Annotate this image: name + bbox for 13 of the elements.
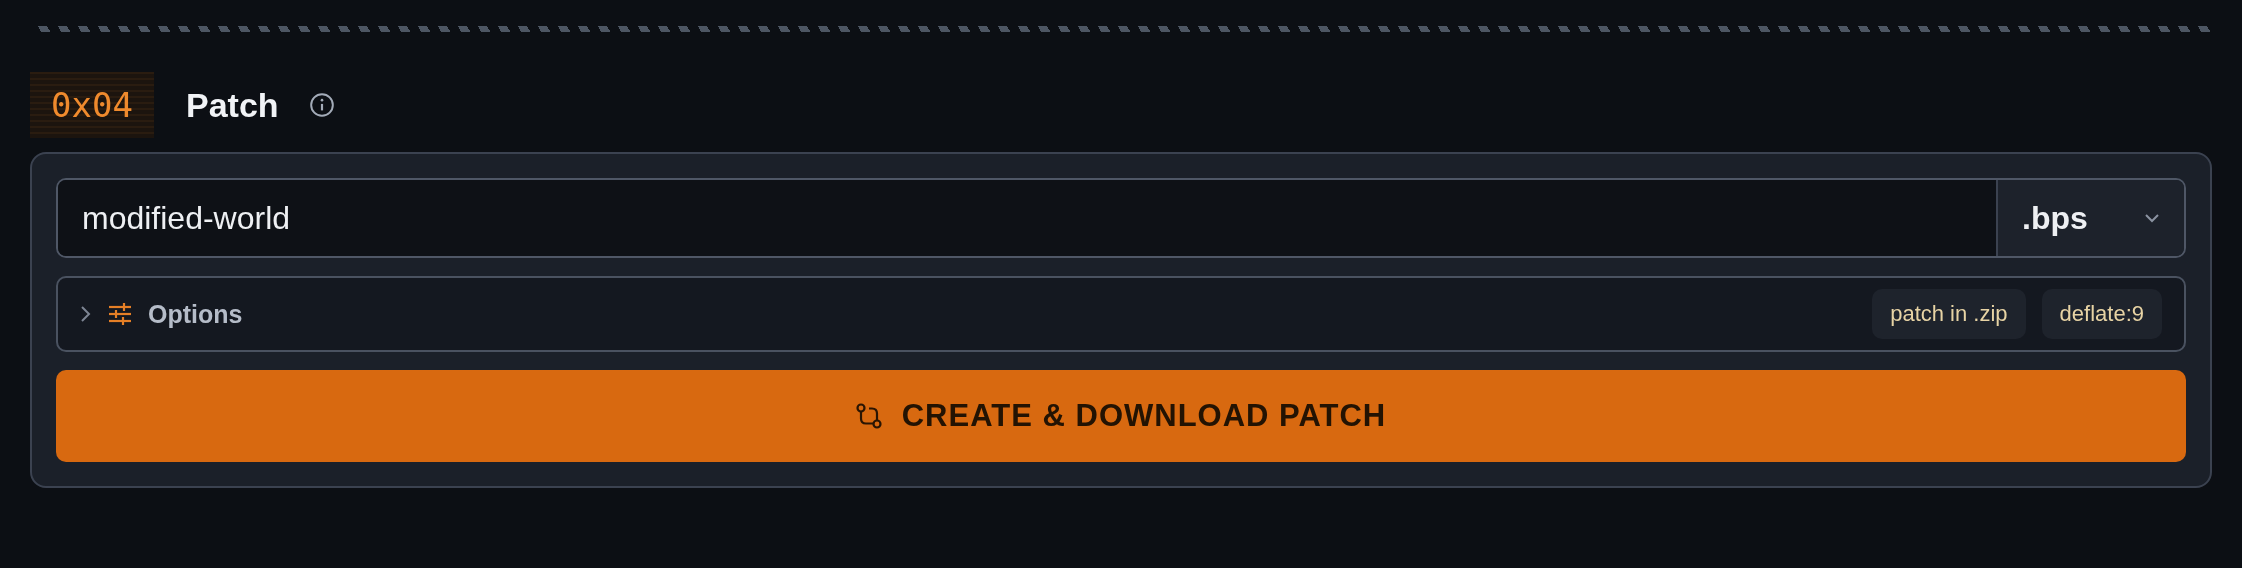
chevron-right-icon xyxy=(80,304,92,324)
options-label: Options xyxy=(148,299,243,329)
option-tag: deflate:9 xyxy=(2041,289,2162,339)
info-icon[interactable] xyxy=(308,92,335,118)
chevron-down-icon xyxy=(2144,213,2160,223)
section-title: Patch xyxy=(186,85,279,125)
sliders-icon xyxy=(108,303,132,325)
branch-icon xyxy=(855,403,882,429)
create-download-button[interactable]: CREATE & DOWNLOAD PATCH xyxy=(56,370,2186,462)
section-badge: 0x04 xyxy=(30,72,154,138)
filename-input[interactable]: modified-world xyxy=(58,180,1998,256)
options-bar[interactable]: Options patch in .zip deflate:9 xyxy=(56,276,2186,352)
option-tag: patch in .zip xyxy=(1872,289,2026,339)
